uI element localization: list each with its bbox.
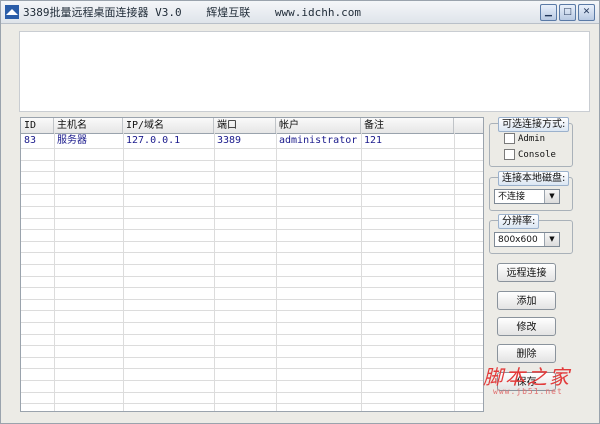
edit-button[interactable]: 修改 <box>497 317 556 336</box>
row-gridline <box>21 171 483 173</box>
app-logo-icon <box>5 5 19 19</box>
col-gridline <box>123 133 124 411</box>
publisher-name: 辉煌互联 <box>206 6 251 19</box>
cell-note: 121 <box>364 135 383 146</box>
title-bar: 3389批量远程桌面连接器 V3.0 辉煌互联 www.idchh.com ▁ … <box>1 1 599 24</box>
website-url: www.idchh.com <box>274 6 361 19</box>
maximize-button[interactable]: □ <box>559 4 576 21</box>
resolution-group: 分辨率: 800x600 ▼ <box>489 214 573 254</box>
col-gridline <box>454 133 455 411</box>
col-header-port[interactable]: 端口 <box>214 118 276 133</box>
row-gridline <box>21 380 483 381</box>
console-checkbox-label: Console <box>518 149 556 160</box>
admin-checkbox-label: Admin <box>518 133 546 144</box>
col-gridline <box>214 133 215 411</box>
row-gridline <box>21 206 483 207</box>
cell-account: administrator <box>279 135 358 146</box>
col-header-host[interactable]: 主机名 <box>54 118 123 133</box>
minimize-button[interactable]: ▁ <box>540 4 557 21</box>
row-gridline <box>21 391 483 393</box>
col-header-ip[interactable]: IP/域名 <box>123 118 214 133</box>
col-header-id[interactable]: ID <box>21 118 54 133</box>
window-controls: ▁ □ ✕ <box>540 4 595 21</box>
row-gridline <box>21 403 483 405</box>
row-gridline <box>21 194 483 196</box>
local-disk-title: 连接本地磁盘: <box>498 171 570 186</box>
row-gridline <box>21 368 483 370</box>
table-header: ID 主机名 IP/域名 端口 帐户 备注 <box>21 118 483 134</box>
col-header-filler <box>454 118 483 133</box>
col-gridline <box>361 133 362 411</box>
row-gridline <box>21 229 483 231</box>
admin-checkbox[interactable]: Admin <box>504 133 545 144</box>
resolution-title: 分辨率: <box>498 214 540 229</box>
row-gridline <box>21 356 483 358</box>
row-gridline <box>21 298 483 300</box>
row-gridline <box>21 333 483 335</box>
row-gridline <box>21 240 483 242</box>
local-disk-group: 连接本地磁盘: 不连接 ▼ <box>489 171 573 211</box>
row-gridline <box>21 287 483 289</box>
row-gridline <box>21 217 483 219</box>
col-header-note[interactable]: 备注 <box>361 118 454 133</box>
chevron-down-icon[interactable]: ▼ <box>544 233 559 246</box>
row-gridline <box>21 310 483 312</box>
maximize-icon: □ <box>563 7 572 17</box>
local-disk-select[interactable]: 不连接 ▼ <box>494 189 560 204</box>
close-button[interactable]: ✕ <box>578 4 595 21</box>
col-header-account[interactable]: 帐户 <box>276 118 361 133</box>
window-title: 3389批量远程桌面连接器 V3.0 辉煌互联 www.idchh.com <box>23 4 379 20</box>
row-gridline <box>21 322 483 323</box>
chevron-down-icon[interactable]: ▼ <box>544 190 559 203</box>
cell-ip: 127.0.0.1 <box>126 135 181 146</box>
cell-host: 服务器 <box>57 135 87 146</box>
host-table[interactable]: ID 主机名 IP/域名 端口 帐户 备注 83 服务器 127.0.0.1 3… <box>20 117 484 412</box>
watermark-text: 脚本之家 <box>483 365 571 389</box>
row-gridline <box>21 182 483 184</box>
resolution-select[interactable]: 800x600 ▼ <box>494 232 560 247</box>
watermark-url: www.jb51.net <box>493 387 563 396</box>
cell-port: 3389 <box>217 135 242 146</box>
col-gridline <box>54 133 55 411</box>
log-area[interactable] <box>19 31 590 112</box>
app-window: 3389批量远程桌面连接器 V3.0 辉煌互联 www.idchh.com ▁ … <box>0 0 600 424</box>
console-checkbox-box[interactable] <box>504 149 515 160</box>
row-gridline <box>21 148 483 149</box>
admin-checkbox-box[interactable] <box>504 133 515 144</box>
row-gridline <box>21 159 483 161</box>
cell-id: 83 <box>24 135 37 146</box>
row-gridline <box>21 264 483 265</box>
col-gridline <box>276 133 277 411</box>
connect-mode-title: 可选连接方式: <box>498 117 570 132</box>
local-disk-value: 不连接 <box>498 192 526 202</box>
row-gridline <box>21 252 483 254</box>
connect-mode-group: 可选连接方式: Admin Console <box>489 117 573 167</box>
row-gridline <box>21 275 483 277</box>
add-button[interactable]: 添加 <box>497 291 556 310</box>
resolution-value: 800x600 <box>498 235 538 245</box>
close-icon: ✕ <box>582 7 591 17</box>
remote-connect-button[interactable]: 远程连接 <box>497 263 556 282</box>
minimize-icon: ▁ <box>545 7 552 17</box>
row-gridline <box>21 345 483 347</box>
console-checkbox[interactable]: Console <box>504 149 556 160</box>
app-title: 3389批量远程桌面连接器 V3.0 <box>23 6 182 19</box>
watermark: 脚本之家 www.jb51.net <box>481 361 591 397</box>
